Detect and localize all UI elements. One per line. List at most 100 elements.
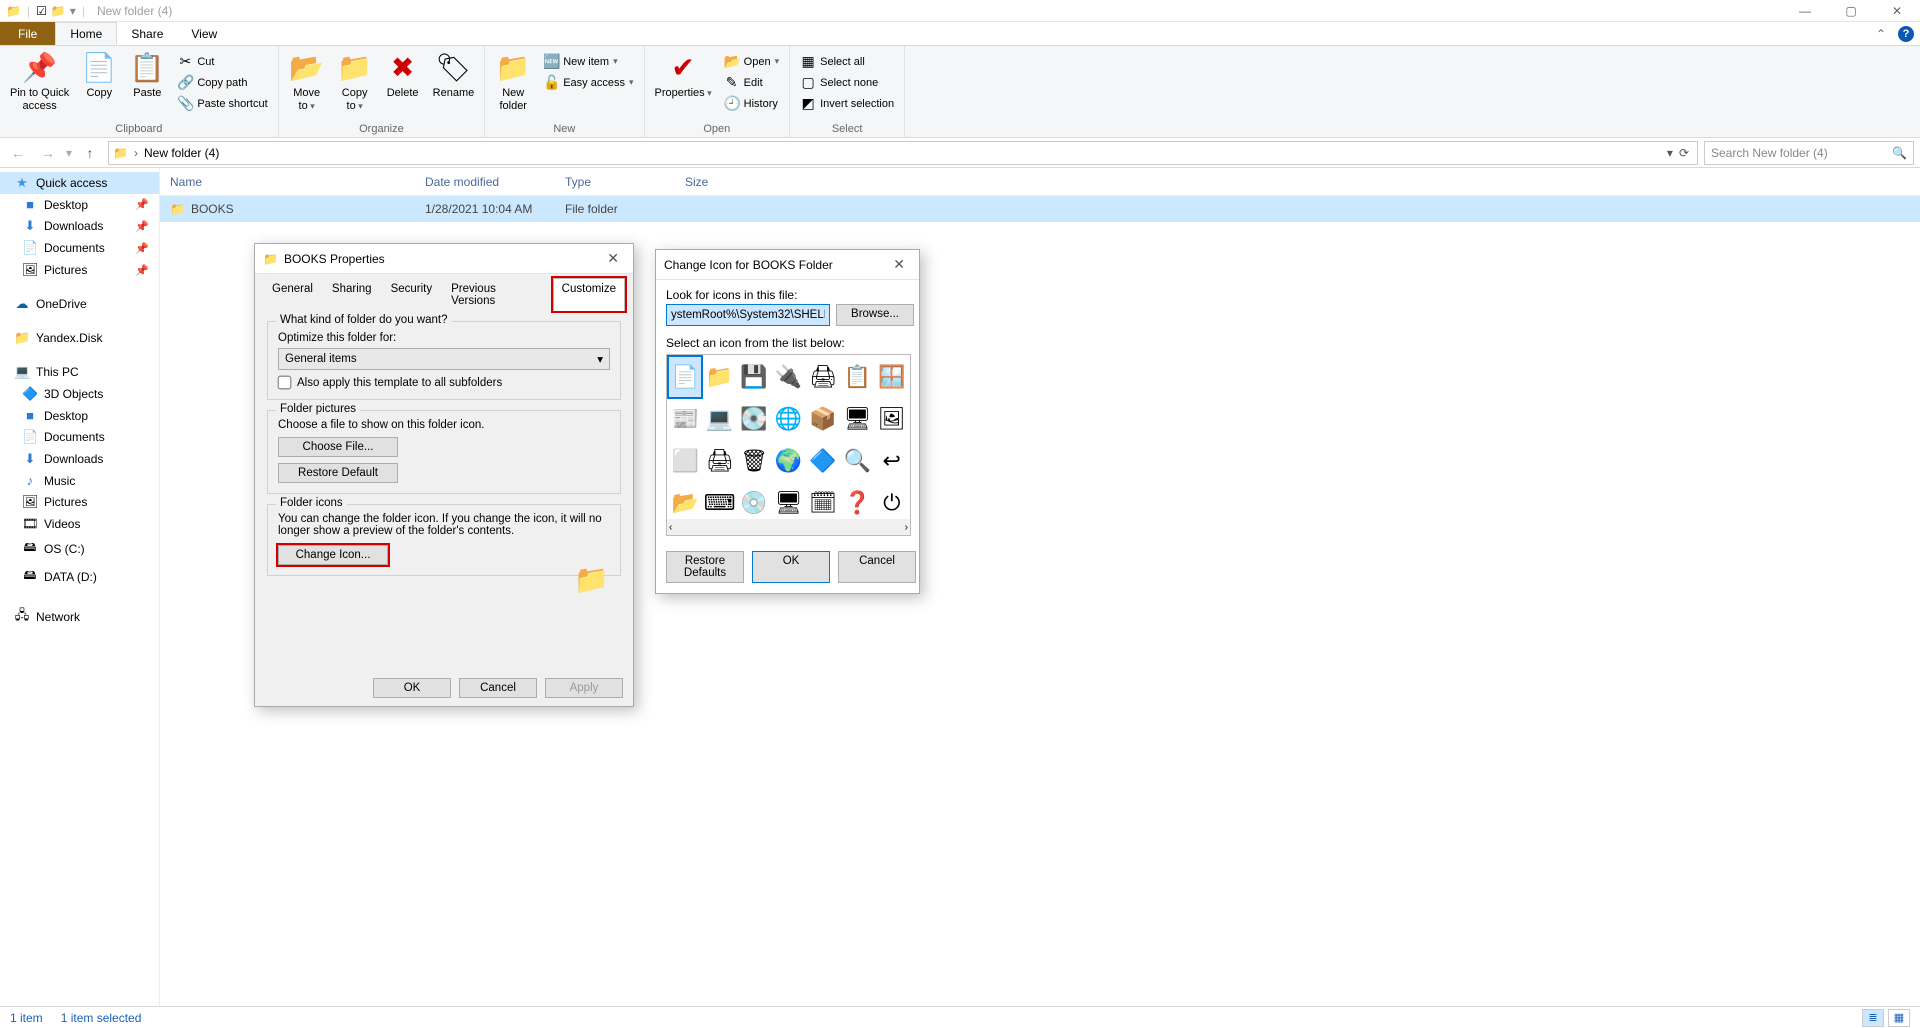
- address-bar[interactable]: New folder (4) ▾ ⟳: [108, 141, 1698, 165]
- search-input[interactable]: Search New folder (4) 🔍: [1704, 141, 1914, 165]
- icon-cell[interactable]: ⏻: [876, 483, 908, 523]
- paste-shortcut-button[interactable]: 📎Paste shortcut: [173, 94, 271, 113]
- col-size[interactable]: Size: [675, 175, 755, 189]
- icon-scrollbar[interactable]: ‹›: [667, 519, 910, 535]
- icon-cell[interactable]: 🌐: [772, 399, 804, 439]
- scroll-right-icon[interactable]: ›: [905, 522, 908, 533]
- paste-button[interactable]: 📋 Paste: [125, 50, 169, 102]
- icon-cell[interactable]: 🖨: [703, 441, 735, 481]
- select-none-button[interactable]: ▢Select none: [796, 73, 898, 92]
- scroll-left-icon[interactable]: ‹: [669, 522, 672, 533]
- nav-back-button[interactable]: ←: [6, 145, 30, 161]
- icon-cell[interactable]: ↩: [876, 441, 908, 481]
- icon-cell[interactable]: 📁: [703, 357, 735, 397]
- qat-dropdown-icon[interactable]: ▾: [70, 4, 76, 18]
- address-dropdown-icon[interactable]: ▾: [1667, 146, 1673, 160]
- sidebar-item-downloads2[interactable]: ⬇Downloads: [0, 448, 159, 470]
- icon-cell[interactable]: 🖥: [772, 483, 804, 523]
- view-details-button[interactable]: ≣: [1862, 1009, 1884, 1027]
- also-apply-checkbox[interactable]: Also apply this template to all subfolde…: [278, 376, 610, 389]
- restore-default-button[interactable]: Restore Default: [278, 463, 398, 483]
- sidebar-item-yandex[interactable]: 📁Yandex.Disk: [0, 327, 159, 349]
- sidebar-item-pictures2[interactable]: 🖼Pictures: [0, 491, 159, 513]
- sidebar-item-documents2[interactable]: 📄Documents: [0, 426, 159, 448]
- qat-folder-icon[interactable]: [51, 4, 66, 18]
- sidebar-item-pictures[interactable]: 🖼Pictures📌: [0, 259, 159, 281]
- icon-cell[interactable]: 🖥: [841, 399, 873, 439]
- sidebar-item-downloads[interactable]: ⬇Downloads📌: [0, 215, 159, 237]
- sidebar-item-this-pc[interactable]: 💻This PC: [0, 361, 159, 383]
- icon-cell[interactable]: 🗓: [807, 483, 839, 523]
- invert-selection-button[interactable]: ◩Invert selection: [796, 94, 898, 113]
- new-folder-button[interactable]: 📁New folder: [491, 50, 535, 115]
- properties-ok-button[interactable]: OK: [373, 678, 451, 698]
- sidebar-item-quick-access[interactable]: ★Quick access: [0, 172, 159, 194]
- sidebar-item-videos[interactable]: 🎞Videos: [0, 513, 159, 535]
- icon-cell[interactable]: 💾: [738, 357, 770, 397]
- sidebar-item-desktop2[interactable]: ■Desktop: [0, 405, 159, 426]
- refresh-icon[interactable]: ⟳: [1679, 146, 1689, 160]
- help-icon[interactable]: ?: [1898, 26, 1914, 42]
- icon-cell[interactable]: 🌍: [772, 441, 804, 481]
- select-all-button[interactable]: ▦Select all: [796, 52, 898, 71]
- sidebar-item-music[interactable]: ♪Music: [0, 470, 159, 491]
- icon-cell[interactable]: 🖼: [876, 399, 908, 439]
- icon-cell[interactable]: 📰: [669, 399, 701, 439]
- choose-file-button[interactable]: Choose File...: [278, 437, 398, 457]
- icon-cell[interactable]: ❓: [841, 483, 873, 523]
- properties-close-button[interactable]: ✕: [601, 250, 625, 267]
- optimize-combobox[interactable]: General items▾: [278, 348, 610, 370]
- tab-security[interactable]: Security: [382, 278, 442, 311]
- tab-customize[interactable]: Customize: [553, 278, 625, 311]
- tab-view[interactable]: View: [177, 22, 231, 45]
- change-icon-ok-button[interactable]: OK: [752, 551, 830, 583]
- tab-previous-versions[interactable]: Previous Versions: [442, 278, 552, 311]
- icon-cell[interactable]: 🗑: [738, 441, 770, 481]
- icon-cell[interactable]: 🔍: [841, 441, 873, 481]
- open-button[interactable]: 📂Open: [720, 52, 783, 71]
- delete-button[interactable]: ✖Delete: [381, 50, 425, 102]
- close-button[interactable]: ✕: [1874, 0, 1920, 22]
- sidebar-item-onedrive[interactable]: ☁OneDrive: [0, 293, 159, 315]
- edit-button[interactable]: ✎Edit: [720, 73, 783, 92]
- browse-button[interactable]: Browse...: [836, 304, 914, 326]
- also-apply-input[interactable]: [278, 376, 292, 390]
- icon-cell[interactable]: ⌨: [703, 483, 735, 523]
- nav-up-button[interactable]: ↑: [78, 145, 102, 161]
- col-date[interactable]: Date modified: [415, 175, 555, 189]
- icon-cell[interactable]: 🖨: [807, 357, 839, 397]
- pin-to-quick-access-button[interactable]: 📌 Pin to Quick access: [6, 50, 73, 115]
- icon-cell[interactable]: 📄: [669, 357, 701, 397]
- new-item-button[interactable]: 🆕New item: [539, 52, 637, 71]
- easy-access-button[interactable]: 🔓Easy access: [539, 73, 637, 92]
- sidebar-item-network[interactable]: 🖧Network: [0, 603, 159, 631]
- view-large-button[interactable]: ▦: [1888, 1009, 1910, 1027]
- history-button[interactable]: 🕘History: [720, 94, 783, 113]
- icon-cell[interactable]: 💻: [703, 399, 735, 439]
- properties-titlebar[interactable]: BOOKS Properties ✕: [255, 244, 633, 274]
- copy-button[interactable]: 📄 Copy: [77, 50, 121, 102]
- change-icon-close-button[interactable]: ✕: [887, 256, 911, 273]
- cut-button[interactable]: ✂Cut: [173, 52, 271, 71]
- tab-share[interactable]: Share: [117, 22, 177, 45]
- copy-to-button[interactable]: 📁Copy to: [333, 50, 377, 115]
- table-row[interactable]: BOOKS 1/28/2021 10:04 AM File folder: [160, 196, 1920, 222]
- properties-cancel-button[interactable]: Cancel: [459, 678, 537, 698]
- icon-cell[interactable]: 💽: [738, 399, 770, 439]
- col-name[interactable]: Name: [160, 175, 415, 189]
- tab-home[interactable]: Home: [55, 22, 117, 45]
- copy-path-button[interactable]: 🔗Copy path: [173, 73, 271, 92]
- nav-recent-dropdown[interactable]: ▾: [66, 146, 72, 160]
- move-to-button[interactable]: 📂Move to: [285, 50, 329, 115]
- change-icon-cancel-button[interactable]: Cancel: [838, 551, 916, 583]
- breadcrumb[interactable]: New folder (4): [144, 146, 219, 160]
- icon-cell[interactable]: 🔌: [772, 357, 804, 397]
- restore-defaults-button[interactable]: Restore Defaults: [666, 551, 744, 583]
- icon-path-input[interactable]: [666, 304, 830, 326]
- change-icon-titlebar[interactable]: Change Icon for BOOKS Folder ✕: [656, 250, 919, 280]
- properties-apply-button[interactable]: Apply: [545, 678, 623, 698]
- sidebar-item-3d-objects[interactable]: 🔷3D Objects: [0, 383, 159, 405]
- qat-checkbox-icon[interactable]: ☑: [36, 4, 47, 18]
- icon-cell[interactable]: 🔷: [807, 441, 839, 481]
- maximize-button[interactable]: ▢: [1828, 0, 1874, 22]
